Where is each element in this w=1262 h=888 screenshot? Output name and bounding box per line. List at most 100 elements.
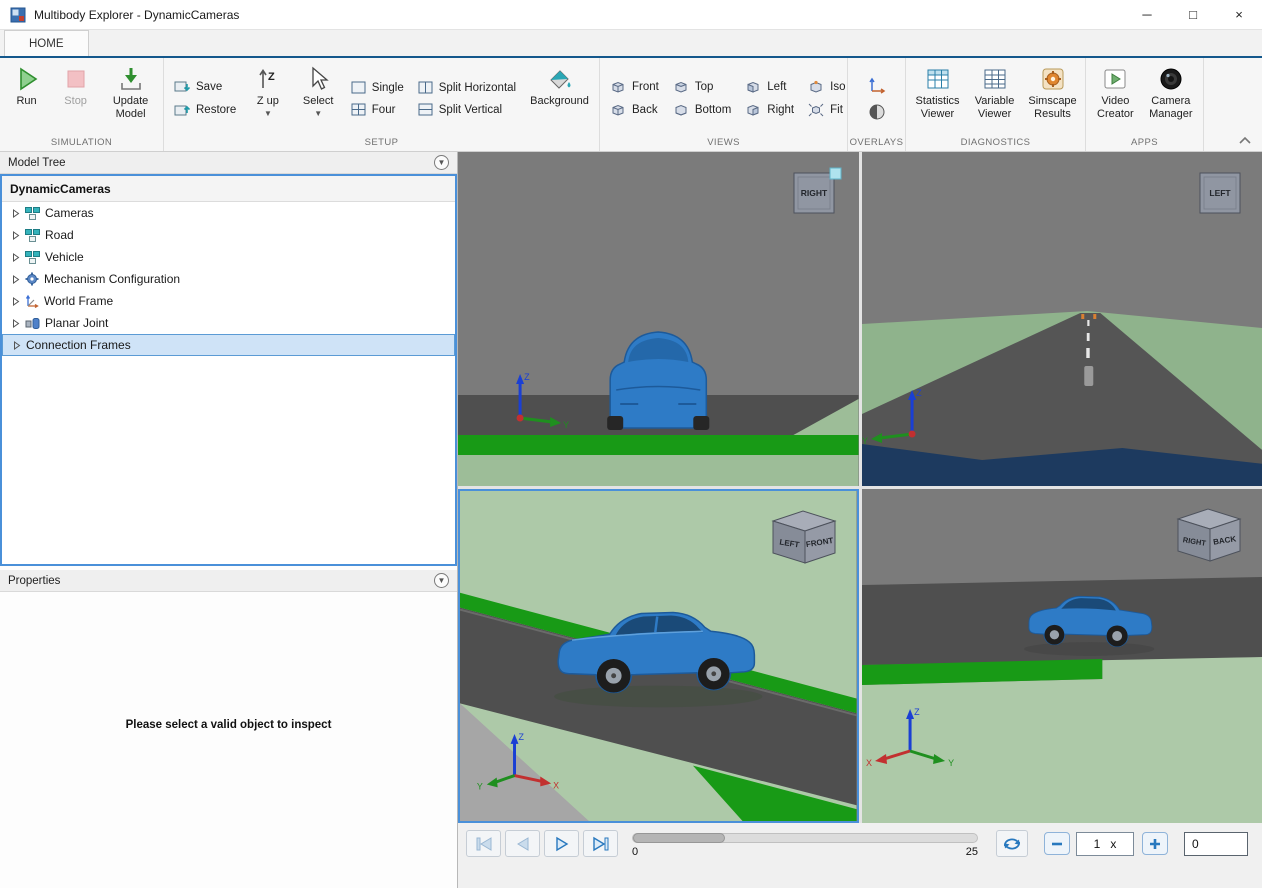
view-left-button[interactable]: Left — [740, 78, 799, 96]
viewport-bottom-right[interactable]: Z X Y RIGHT BACK — [862, 489, 1262, 823]
run-button[interactable]: Run — [5, 61, 48, 136]
ribbon-spacer — [1204, 58, 1262, 151]
tree-item-cameras[interactable]: Cameras — [2, 202, 455, 224]
playback-bar: 0 25 1 x 0 — [458, 823, 1262, 888]
view-iso-button[interactable]: Iso — [803, 78, 850, 96]
tree-item-mechanism-configuration[interactable]: Mechanism Configuration — [2, 268, 455, 290]
timeline-slider[interactable] — [632, 833, 978, 843]
expand-icon[interactable] — [12, 231, 20, 240]
background-button[interactable]: Background — [525, 61, 594, 136]
select-dropdown-icon[interactable]: ▼ — [314, 109, 322, 118]
tree-item-vehicle[interactable]: Vehicle — [2, 246, 455, 268]
ribbon-tab-bar: HOME — [0, 30, 1262, 58]
loop-button[interactable] — [996, 830, 1028, 857]
step-back-button[interactable] — [505, 830, 540, 857]
speed-increase-button[interactable] — [1142, 832, 1168, 855]
expand-icon[interactable] — [12, 275, 20, 284]
tree-item-label: World Frame — [44, 294, 113, 308]
view-back-button[interactable]: Back — [605, 101, 664, 119]
tree-item-connection-frames[interactable]: Connection Frames — [2, 334, 455, 356]
z-up-label: Z up — [257, 95, 279, 108]
simscape-results-button[interactable]: Simscape Results — [1025, 61, 1080, 136]
view-cube[interactable]: LEFT FRONT — [765, 505, 841, 567]
views-section-label: VIEWS — [600, 136, 847, 151]
minimize-button[interactable]: ─ — [1124, 0, 1170, 29]
camera-manager-icon — [1158, 66, 1184, 92]
save-icon — [174, 80, 190, 94]
single-view-label: Single — [372, 82, 404, 94]
view-cube[interactable]: RIGHT BACK — [1170, 503, 1246, 565]
properties-collapse-icon[interactable]: ▼ — [434, 573, 449, 588]
model-tree-root[interactable]: DynamicCameras — [2, 176, 455, 202]
split-vertical-button[interactable]: Split Vertical — [413, 101, 521, 118]
close-button[interactable]: × — [1216, 0, 1262, 29]
frame-overlay-button[interactable] — [862, 74, 892, 96]
svg-text:Y: Y — [948, 758, 954, 768]
play-button[interactable] — [544, 830, 579, 857]
view-right-button[interactable]: Right — [740, 101, 799, 119]
world-frame-icon — [25, 294, 39, 308]
play-icon — [553, 836, 571, 852]
com-overlay-button[interactable] — [863, 101, 891, 123]
viewport-top-right[interactable]: Z Y LEFT — [862, 152, 1262, 486]
video-creator-button[interactable]: Video Creator — [1091, 61, 1140, 136]
tree-item-label: Planar Joint — [45, 316, 108, 330]
statistics-viewer-button[interactable]: Statistics Viewer — [911, 61, 964, 136]
variable-viewer-button[interactable]: Variable Viewer — [968, 61, 1021, 136]
view-top-button[interactable]: Top — [668, 78, 736, 96]
apps-section-label: APPS — [1086, 136, 1203, 151]
restore-icon — [174, 103, 190, 117]
expand-icon[interactable] — [12, 297, 20, 306]
tree-item-planar-joint[interactable]: Planar Joint — [2, 312, 455, 334]
expand-icon[interactable] — [13, 341, 21, 350]
ribbon-collapse-icon[interactable] — [1238, 136, 1252, 145]
speed-decrease-button[interactable] — [1044, 832, 1070, 855]
model-tree-collapse-icon[interactable]: ▼ — [434, 155, 449, 170]
step-forward-button[interactable] — [583, 830, 618, 857]
view-bottom-label: Bottom — [695, 104, 731, 116]
timeline-thumb[interactable] — [633, 833, 725, 843]
single-view-button[interactable]: Single — [346, 79, 409, 96]
z-up-dropdown-icon[interactable]: ▼ — [264, 109, 272, 118]
view-fit-button[interactable]: Fit — [803, 101, 850, 119]
background-label: Background — [530, 95, 589, 108]
expand-icon[interactable] — [12, 319, 20, 328]
restore-button[interactable]: Restore — [169, 101, 241, 119]
speed-field[interactable]: 1 x — [1076, 832, 1134, 856]
properties-header: Properties ▼ — [0, 570, 457, 592]
expand-icon[interactable] — [12, 209, 20, 218]
svg-text:Z: Z — [524, 372, 530, 382]
ribbon-section-apps: Video Creator Camera Manager APPS — [1086, 58, 1204, 151]
ribbon-section-views: Front Back Top — [600, 58, 848, 151]
view-cube[interactable]: LEFT — [1194, 166, 1246, 216]
view-cube[interactable]: RIGHT — [791, 166, 843, 216]
update-model-icon — [118, 66, 144, 92]
properties-title: Properties — [8, 575, 60, 587]
stop-button[interactable]: Stop — [52, 61, 99, 136]
ribbon-section-overlays: OVERLAYS — [848, 58, 906, 151]
video-creator-icon — [1102, 66, 1128, 92]
time-field[interactable]: 0 — [1184, 832, 1248, 856]
view-bottom-button[interactable]: Bottom — [668, 101, 736, 119]
maximize-button[interactable]: □ — [1170, 0, 1216, 29]
camera-manager-button[interactable]: Camera Manager — [1144, 61, 1198, 136]
save-button[interactable]: Save — [169, 78, 241, 96]
viewport-bottom-left[interactable]: Z X Y LEFT FRONT — [458, 489, 859, 823]
four-views-button[interactable]: Four — [346, 101, 409, 118]
select-button[interactable]: Select ▼ — [295, 61, 342, 136]
split-horizontal-button[interactable]: Split Horizontal — [413, 79, 521, 96]
expand-icon[interactable] — [12, 253, 20, 262]
update-model-button[interactable]: Update Model — [103, 61, 158, 136]
left-panel: Model Tree ▼ DynamicCameras Cameras Road — [0, 152, 458, 888]
z-up-icon: Z — [255, 66, 281, 92]
viewport-top-left[interactable]: Z Y RIGHT — [458, 152, 859, 486]
tree-item-world-frame[interactable]: World Frame — [2, 290, 455, 312]
go-to-start-button[interactable] — [466, 830, 501, 857]
z-up-button[interactable]: Z Z up ▼ — [245, 61, 290, 136]
view-fit-icon — [808, 103, 824, 117]
view-iso-icon — [808, 80, 824, 94]
view-front-button[interactable]: Front — [605, 78, 664, 96]
tab-home[interactable]: HOME — [4, 30, 89, 56]
tree-item-road[interactable]: Road — [2, 224, 455, 246]
frames-icon — [25, 207, 40, 220]
